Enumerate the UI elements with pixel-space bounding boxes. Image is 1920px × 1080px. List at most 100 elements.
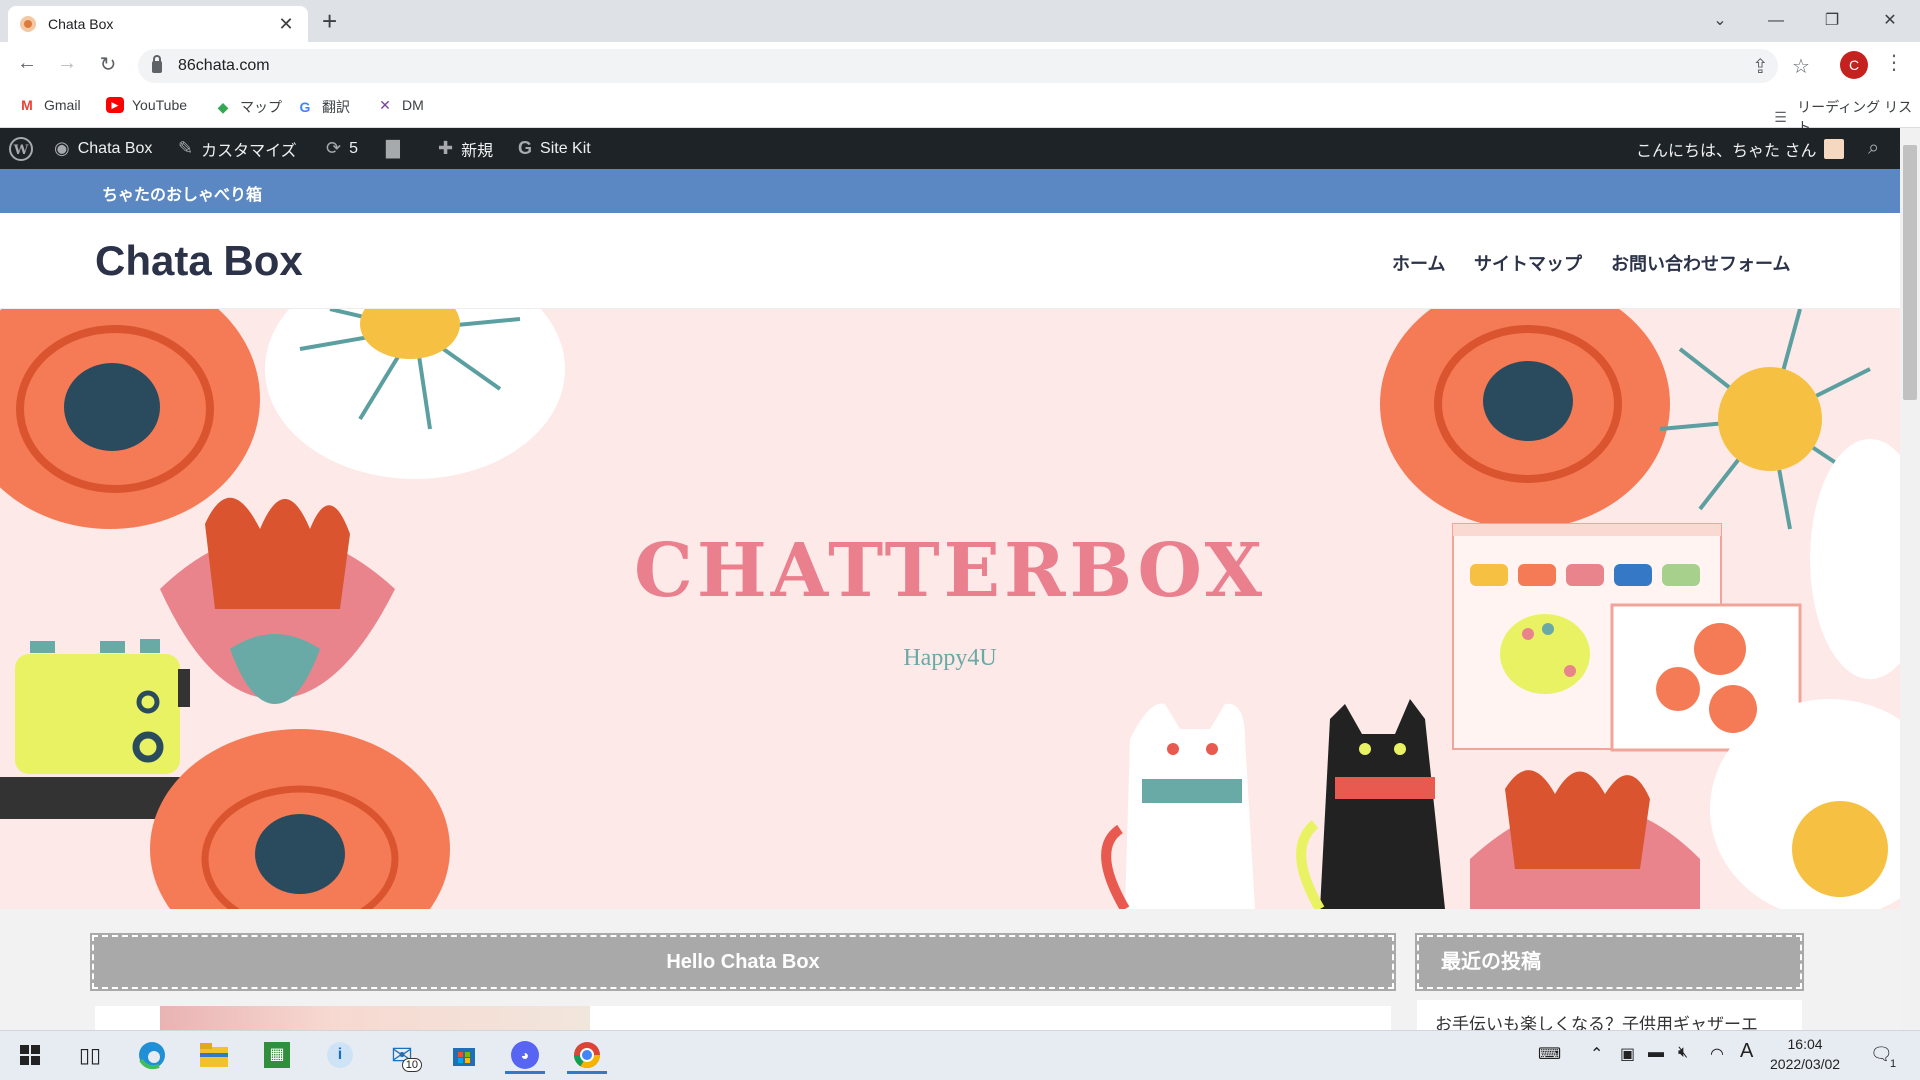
back-button[interactable]: ← (13, 52, 41, 75)
bookmark-dm[interactable]: ✕ DM (376, 97, 424, 113)
discord-taskbar-button[interactable]: ◕ (503, 1036, 547, 1074)
folder-icon (200, 1043, 228, 1067)
plus-icon: ✚ (438, 138, 454, 158)
forward-button[interactable]: → (53, 52, 81, 75)
admin-account[interactable]: こんにちは、ちゃた さん (1636, 128, 1845, 169)
greeting-text: こんにちは、ちゃた さん (1636, 142, 1817, 160)
windows-icon (20, 1045, 40, 1065)
site-title[interactable]: Chata Box (95, 237, 303, 285)
sitekit-label: Site Kit (540, 139, 591, 157)
restore-button[interactable]: ❐ (1812, 6, 1852, 36)
spreadsheet-app-icon: ▦ (264, 1042, 290, 1068)
main-section-heading: Hello Chata Box (90, 933, 1396, 991)
lock-icon (152, 55, 162, 73)
admin-new[interactable]: ✚ 新規 (438, 128, 493, 169)
info-icon: i (327, 1042, 353, 1068)
bookmark-translate[interactable]: G 翻訳 (296, 97, 350, 117)
kebab-menu-icon[interactable]: ⋮ (1884, 50, 1904, 75)
customize-label: カスタマイズ (201, 142, 297, 160)
volume-muted-icon[interactable]: 🔇︎ (1678, 1044, 1688, 1062)
bookmark-star-icon[interactable]: ☆ (1792, 54, 1810, 79)
store-taskbar-button[interactable] (442, 1036, 486, 1074)
tab-title: Chata Box (48, 16, 114, 32)
keyboard-icon[interactable]: ⌨ (1538, 1044, 1561, 1064)
sidebar-heading: 最近の投稿 (1415, 933, 1804, 991)
battery-icon[interactable]: ▬ (1648, 1044, 1664, 1062)
new-tab-button[interactable]: + (322, 8, 337, 34)
admin-sitekit[interactable]: G Site Kit (518, 128, 591, 169)
admin-customize[interactable]: ✎ カスタマイズ (178, 128, 297, 169)
nav-sitemap[interactable]: サイトマップ (1474, 250, 1582, 276)
clock-time: 16:04 (1787, 1036, 1823, 1052)
post-thumbnail-image[interactable] (160, 1006, 590, 1030)
edge-icon (139, 1042, 165, 1070)
task-view-button[interactable]: ▯▯ (68, 1036, 112, 1074)
admin-comments[interactable]: ▇ (386, 128, 400, 169)
reading-list-icon: ☰ (1774, 109, 1787, 125)
scrollbar-thumb[interactable] (1903, 145, 1917, 400)
admin-site-name[interactable]: ◉ Chata Box (54, 128, 152, 169)
translate-icon: G (299, 99, 311, 115)
wp-logo-button[interactable]: W (8, 128, 34, 169)
minimize-button[interactable]: — (1756, 6, 1796, 36)
address-bar[interactable]: 86chata.com (138, 49, 1778, 83)
comment-icon: ▇ (386, 138, 400, 158)
admin-updates[interactable]: ⟳ 5 (326, 128, 358, 169)
daisy-image (265, 309, 565, 479)
bookmark-youtube[interactable]: ▶ YouTube (106, 97, 187, 113)
start-button[interactable] (8, 1036, 52, 1074)
file-explorer-button[interactable] (192, 1036, 236, 1074)
recent-posts-list: お手伝いも楽しくなる？子供用ギャザーエ (1417, 1000, 1802, 1030)
chrome-icon (573, 1042, 601, 1069)
tab-close-icon[interactable]: ✕ (276, 14, 296, 35)
bookmarks-bar (0, 88, 1920, 128)
info-app-button[interactable]: i (318, 1036, 362, 1074)
new-label: 新規 (461, 142, 494, 160)
site-tagline: ちゃたのおしゃべり箱 (102, 187, 263, 204)
site-favicon-icon (20, 16, 36, 32)
bookmark-label: 翻訳 (322, 99, 350, 115)
gmail-icon: M (21, 97, 33, 113)
app-green-button[interactable]: ▦ (255, 1036, 299, 1074)
close-window-button[interactable]: ✕ (1870, 6, 1910, 36)
share-icon[interactable]: ⇪ (1752, 54, 1769, 79)
site-tagline-bar: ちゃたのおしゃべり箱 (0, 169, 1900, 213)
dm-icon: ✕ (379, 97, 391, 113)
nav-home[interactable]: ホーム (1392, 250, 1445, 276)
svg-text:W: W (13, 143, 29, 158)
youtube-icon: ▶ (106, 97, 124, 113)
taskbar-clock[interactable]: 16:04 2022/03/02 (1770, 1034, 1840, 1074)
maps-icon: ◆ (217, 99, 229, 115)
hero-title: CHATTERBOX (633, 528, 1267, 614)
bookmark-gmail[interactable]: M Gmail (18, 97, 81, 113)
tab-search-icon[interactable]: ⌄ (1700, 6, 1740, 36)
nav-contact[interactable]: お問い合わせフォーム (1611, 250, 1790, 276)
tray-chevron-icon[interactable]: ⌃ (1590, 1044, 1603, 1064)
task-view-icon: ▯▯ (78, 1044, 101, 1067)
hero-subtitle: Happy4U (903, 645, 997, 671)
mail-taskbar-button[interactable]: ✉ 10 (380, 1036, 424, 1074)
wifi-icon[interactable]: ◠ (1710, 1044, 1724, 1064)
clock-date: 2022/03/02 (1770, 1056, 1841, 1072)
black-cat-image (1296, 699, 1445, 909)
url-text: 86chata.com (178, 57, 270, 74)
recent-post-link[interactable]: お手伝いも楽しくなる？子供用ギャザーエ (1435, 1015, 1758, 1030)
bookmark-label: Gmail (44, 97, 81, 113)
chrome-taskbar-button[interactable] (565, 1036, 609, 1074)
bookmark-label: マップ (240, 99, 282, 115)
profile-avatar[interactable]: C (1840, 51, 1868, 79)
edge-taskbar-button[interactable] (130, 1036, 174, 1074)
store-icon (453, 1048, 475, 1066)
updates-count: 5 (349, 139, 358, 157)
wordpress-icon: W (9, 136, 33, 161)
device-icon[interactable]: ▣ (1620, 1044, 1635, 1064)
orange-flower-image (0, 309, 260, 529)
bookmark-maps[interactable]: ◆ マップ (214, 97, 282, 117)
updates-icon: ⟳ (326, 138, 342, 158)
ime-indicator[interactable]: A (1740, 1040, 1753, 1063)
reload-button[interactable]: ↻ (94, 52, 122, 77)
admin-search[interactable]: ⌕ (1868, 128, 1879, 169)
google-icon: G (518, 138, 533, 158)
mail-badge: 10 (401, 1058, 422, 1072)
browser-tab[interactable]: Chata Box ✕ (8, 6, 308, 42)
